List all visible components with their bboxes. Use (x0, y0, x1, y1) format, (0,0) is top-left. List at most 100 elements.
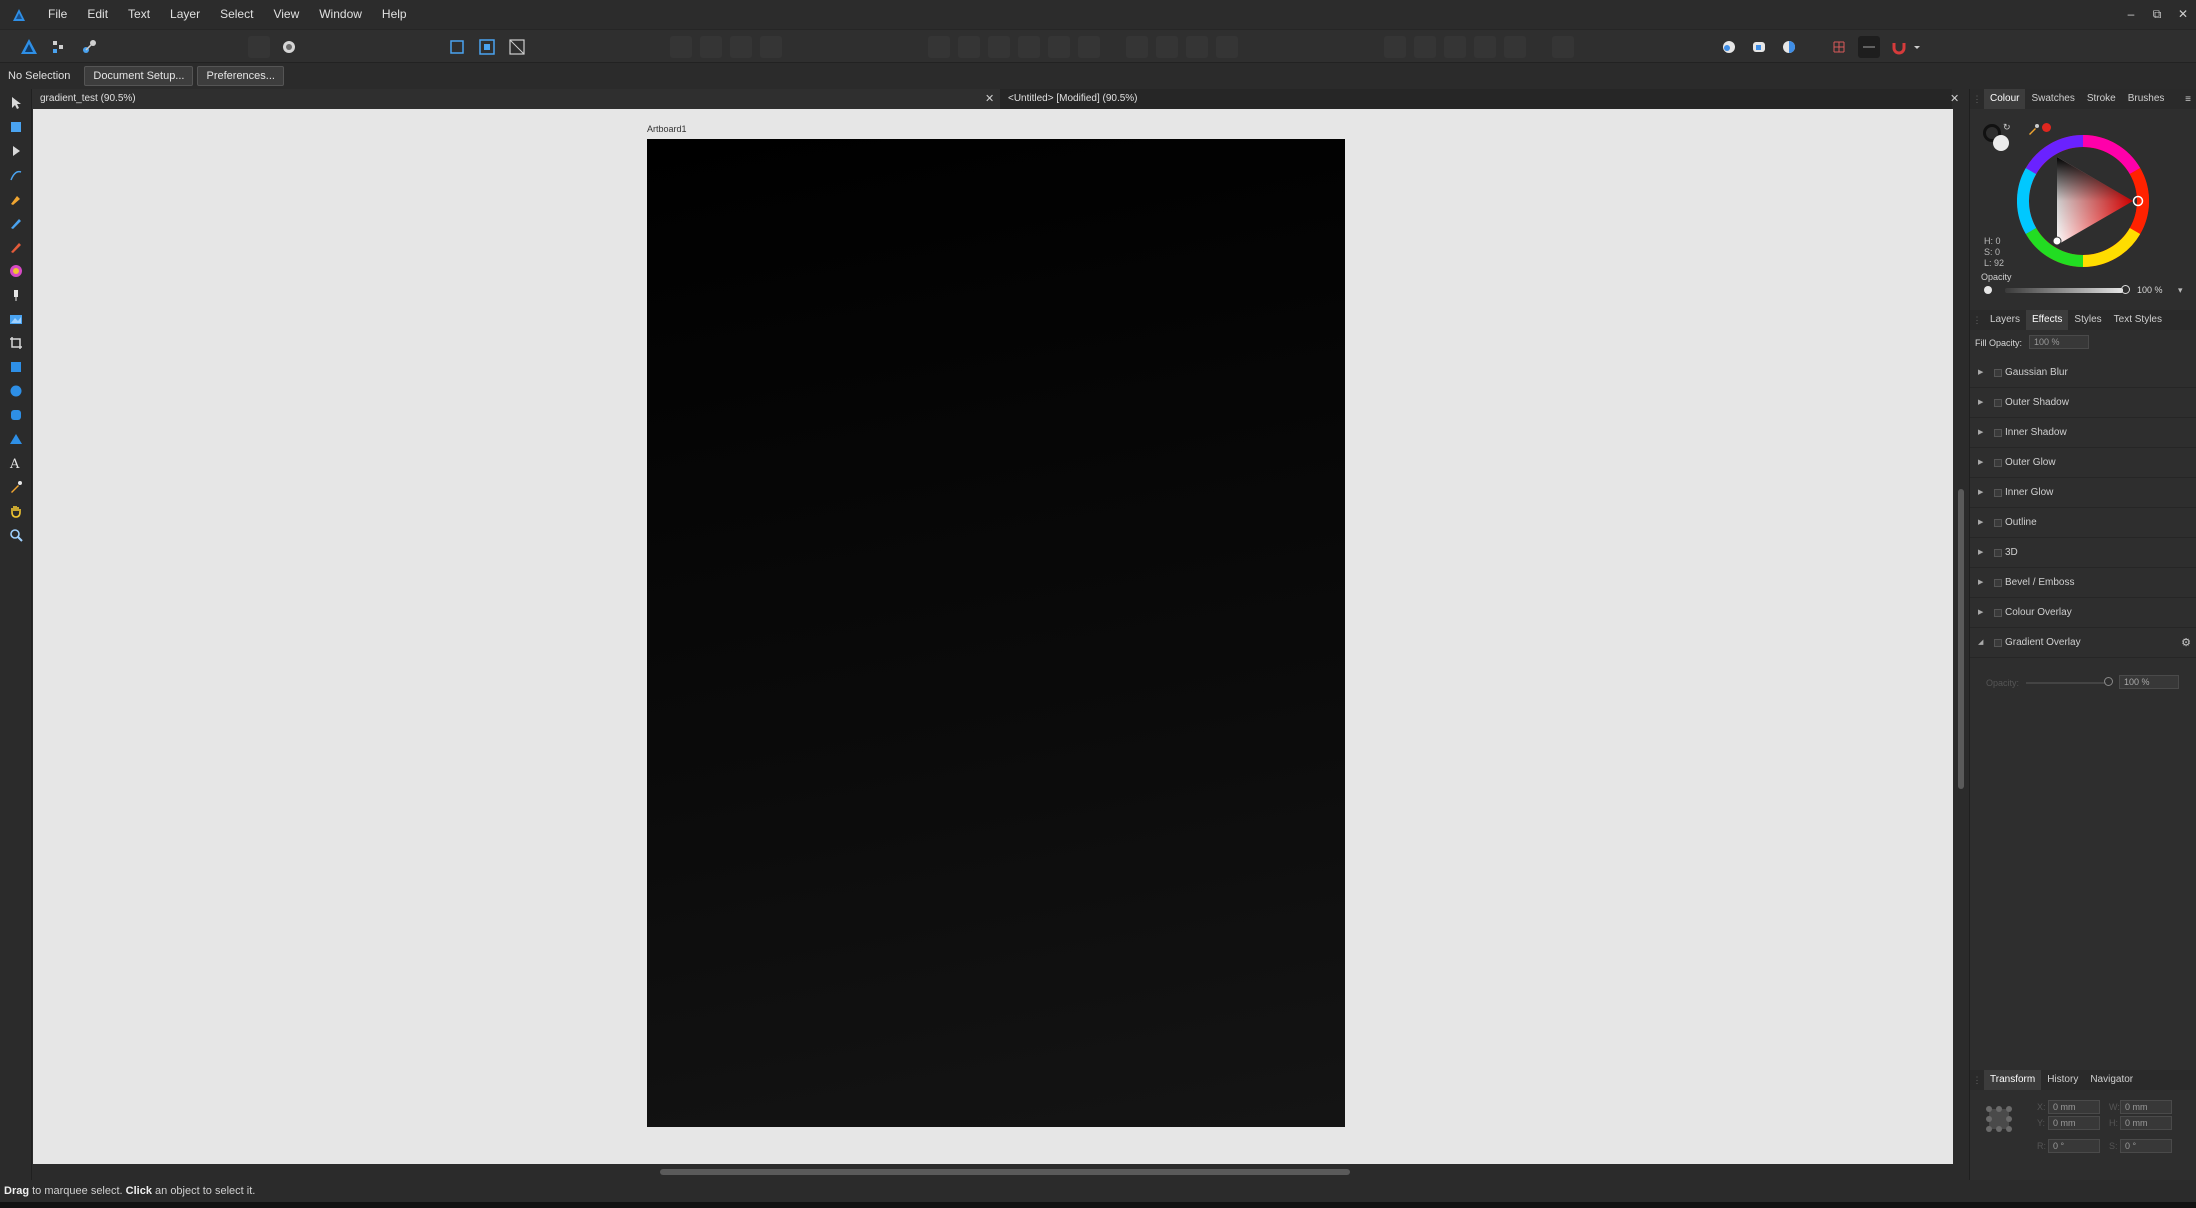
gear-icon[interactable]: ⚙ (2181, 628, 2191, 658)
move-tool-icon[interactable] (7, 94, 25, 112)
arrange-front-icon[interactable] (1384, 36, 1406, 58)
triangle-tool-icon[interactable] (7, 430, 25, 448)
tab-untitled[interactable]: <Untitled> [Modified] (90.5%) (1000, 89, 1952, 109)
flip-vertical-icon[interactable] (1216, 36, 1238, 58)
pen-tool-icon[interactable] (7, 190, 25, 208)
node-tool-icon[interactable] (7, 142, 25, 160)
rotate-right-icon[interactable] (1156, 36, 1178, 58)
guides-icon[interactable] (1858, 36, 1880, 58)
align-middle-icon[interactable] (1048, 36, 1070, 58)
document-setup-button[interactable]: Document Setup... (84, 66, 194, 86)
gradient-opacity-handle[interactable] (2104, 677, 2113, 686)
insert-target-icon[interactable] (1552, 36, 1574, 58)
x-field[interactable]: 0 mm (2048, 1100, 2100, 1114)
effect-checkbox[interactable] (1994, 549, 2002, 557)
expand-icon[interactable]: ▶ (1978, 568, 1983, 598)
expand-icon[interactable]: ▶ (1978, 418, 1983, 448)
effect-checkbox[interactable] (1994, 609, 2002, 617)
tab-gradient-test[interactable]: gradient_test (90.5%) (32, 89, 1000, 109)
fill-opacity-field[interactable]: 100 % (2029, 335, 2089, 349)
menu-view[interactable]: View (263, 0, 309, 29)
point-transform-tool-icon[interactable] (7, 166, 25, 184)
export-persona-icon[interactable] (78, 36, 100, 58)
pixel-persona-icon[interactable] (48, 36, 70, 58)
gradient-opacity-field[interactable]: 100 % (2119, 675, 2179, 689)
tab-transform[interactable]: Transform (1984, 1070, 2042, 1090)
artistic-text-tool-icon[interactable]: A (7, 454, 25, 472)
menu-file[interactable]: File (38, 0, 77, 29)
swap-colours-icon[interactable]: ↻ (2003, 122, 2011, 133)
canvas-area[interactable]: Artboard1 (33, 109, 1953, 1164)
expand-icon[interactable]: ▶ (1978, 538, 1983, 568)
persona-option-icon[interactable] (248, 36, 270, 58)
effect-row-outer-shadow[interactable]: ▶ Outer Shadow (1970, 388, 2196, 418)
tab-navigator[interactable]: Navigator (2084, 1070, 2139, 1090)
opacity-picker-icon[interactable] (1984, 286, 1992, 294)
menu-layer[interactable]: Layer (160, 0, 210, 29)
effect-checkbox[interactable] (1994, 429, 2002, 437)
restore-button[interactable]: ⧉ (2144, 0, 2170, 29)
colour-wheel[interactable] (2016, 134, 2150, 268)
tab-history[interactable]: History (2041, 1070, 2084, 1090)
expand-icon[interactable]: ▶ (1978, 388, 1983, 418)
tab-text-styles[interactable]: Text Styles (2108, 310, 2168, 330)
effect-row-gaussian-blur[interactable]: ▶ Gaussian Blur (1970, 358, 2196, 388)
expand-icon[interactable]: ▶ (1978, 508, 1983, 538)
color-picker-tool-icon[interactable] (7, 478, 25, 496)
align-right-icon[interactable] (988, 36, 1010, 58)
preferences-button[interactable]: Preferences... (197, 66, 284, 86)
align-top-icon[interactable] (1018, 36, 1040, 58)
zoom-tool-icon[interactable] (7, 526, 25, 544)
chevron-down-icon[interactable]: ▾ (2178, 285, 2183, 296)
snapping-magnet-icon[interactable] (1888, 36, 1910, 58)
rotate-left-icon[interactable] (1126, 36, 1148, 58)
menu-window[interactable]: Window (309, 0, 372, 29)
effect-checkbox[interactable] (1994, 489, 2002, 497)
boolean-intersect-icon[interactable] (730, 36, 752, 58)
y-field[interactable]: 0 mm (2048, 1116, 2100, 1130)
close-icon[interactable]: ✕ (1950, 89, 1959, 109)
vertical-scrollbar[interactable] (1953, 109, 1969, 1164)
arrange-backward-icon[interactable] (1444, 36, 1466, 58)
opacity-slider[interactable] (2005, 288, 2123, 293)
artboard[interactable] (647, 139, 1345, 1127)
menu-text[interactable]: Text (118, 0, 160, 29)
expand-icon[interactable]: ▶ (1978, 358, 1983, 388)
anchor-selector-icon[interactable] (1984, 1104, 2014, 1134)
panel-menu-icon[interactable]: ≡ (2185, 94, 2191, 105)
effect-checkbox[interactable] (1994, 459, 2002, 467)
crop-tool-icon[interactable] (7, 334, 25, 352)
rounded-rectangle-tool-icon[interactable] (7, 406, 25, 424)
menu-edit[interactable]: Edit (77, 0, 118, 29)
tab-styles[interactable]: Styles (2068, 310, 2107, 330)
tab-brushes[interactable]: Brushes (2122, 89, 2171, 109)
horizontal-scrollbar[interactable] (33, 1164, 1953, 1180)
tab-stroke[interactable]: Stroke (2081, 89, 2122, 109)
grid-icon[interactable] (1828, 36, 1850, 58)
flip-horizontal-icon[interactable] (1186, 36, 1208, 58)
view-mode-3-icon[interactable] (506, 36, 528, 58)
opacity-slider-handle[interactable] (2121, 285, 2130, 294)
fill-colour-swatch[interactable] (1993, 135, 2009, 151)
effect-row-outer-glow[interactable]: ▶ Outer Glow (1970, 448, 2196, 478)
hand-tool-icon[interactable] (7, 502, 25, 520)
effect-row-bevel-emboss[interactable]: ▶ Bevel / Emboss (1970, 568, 2196, 598)
close-icon[interactable]: ✕ (985, 89, 994, 109)
minimize-button[interactable]: – (2118, 0, 2144, 29)
boolean-subtract-icon[interactable] (700, 36, 722, 58)
effect-row-gradient-overlay[interactable]: ◢ Gradient Overlay ⚙ (1970, 628, 2196, 658)
effect-checkbox[interactable] (1994, 369, 2002, 377)
effect-row-3d[interactable]: ▶ 3D (1970, 538, 2196, 568)
rectangle-tool-icon[interactable] (7, 358, 25, 376)
opacity-value[interactable]: 100 % (2137, 285, 2163, 295)
view-mode-2-icon[interactable] (476, 36, 498, 58)
view-mode-1-icon[interactable] (446, 36, 468, 58)
align-left-icon[interactable] (928, 36, 950, 58)
expand-icon[interactable]: ▶ (1978, 478, 1983, 508)
expand-icon[interactable]: ▶ (1978, 448, 1983, 478)
arrange-forward-icon[interactable] (1414, 36, 1436, 58)
vector-brush-tool-icon[interactable] (7, 238, 25, 256)
arrange-back-icon[interactable] (1474, 36, 1496, 58)
menu-select[interactable]: Select (210, 0, 263, 29)
gradient-opacity-slider[interactable] (2026, 682, 2106, 684)
